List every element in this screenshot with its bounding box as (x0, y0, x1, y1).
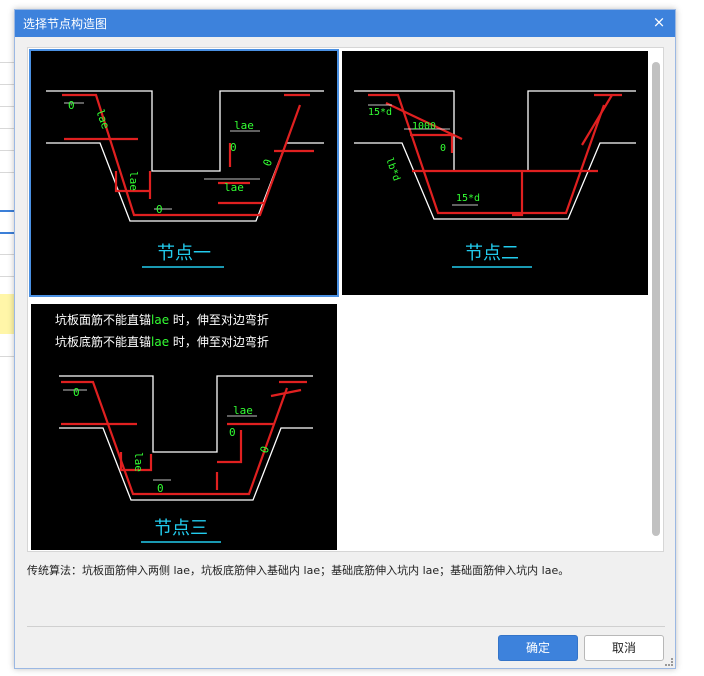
dim-label: 0 (157, 482, 164, 495)
sheet-row-line (0, 62, 14, 63)
node-1-caption: 节点一 (157, 243, 211, 264)
sheet-row-line (0, 150, 14, 151)
dim-label: 0 (68, 99, 75, 112)
dim-label: lae (127, 171, 140, 191)
dim-label: 0 (229, 426, 236, 439)
sheet-selection-line (0, 210, 14, 212)
algorithm-description: 传统算法：坑板面筋伸入两侧 lae，坑板底筋伸入基础内 lae；基础底筋伸入坑内… (27, 564, 570, 577)
dim-label: 0 (73, 386, 80, 399)
node-3-diagram: 坑板面筋不能直锚lae 时，伸至对边弯折 坑板底筋不能直锚lae 时，伸至对边弯… (55, 312, 313, 543)
node-1-diagram: 0 lae lae 0 lae lae 0 0 节点一 (46, 90, 324, 268)
dim-label: lae (233, 404, 253, 417)
dim-label: lae (224, 181, 244, 194)
sheet-row-line (0, 254, 14, 255)
dim-label: 15*d (368, 107, 392, 118)
sheet-row-line (0, 356, 14, 357)
node-select-dialog: 选择节点构造图 × 0 lae lae 0 lae lae 0 0 节点一 15… (14, 9, 676, 669)
dim-label: 15*d (456, 193, 480, 204)
sheet-row-line (0, 172, 14, 173)
sheet-row-line (0, 276, 14, 277)
dialog-title: 选择节点构造图 (23, 17, 108, 31)
cancel-button[interactable]: 取消 (584, 635, 664, 661)
dim-label: 0 (258, 444, 272, 455)
node-3-caption: 节点三 (154, 518, 208, 539)
sheet-selection-line (0, 232, 14, 234)
node-3-note-line1: 坑板面筋不能直锚lae 时，伸至对边弯折 (55, 312, 269, 327)
node-option-2[interactable]: 15*d 1000 0 lb*d 15*d 节点二 (342, 51, 648, 295)
dim-label: lae (234, 119, 254, 132)
sheet-row-line (0, 106, 14, 107)
sheet-highlight (0, 294, 14, 334)
node-gallery: 0 lae lae 0 lae lae 0 0 节点一 15*d 1000 0 … (27, 47, 664, 552)
dim-label: 0 (230, 141, 237, 154)
node-3-note-line2: 坑板底筋不能直锚lae 时，伸至对边弯折 (55, 334, 269, 349)
resize-grip-icon[interactable] (665, 658, 673, 666)
node-2-caption: 节点二 (465, 243, 519, 264)
dim-label: 0 (156, 203, 163, 216)
dim-label: lae (93, 108, 112, 131)
node-option-3[interactable]: 坑板面筋不能直锚lae 时，伸至对边弯折 坑板底筋不能直锚lae 时，伸至对边弯… (31, 304, 337, 550)
sheet-row-line (0, 128, 14, 129)
background-right (676, 0, 704, 676)
dim-label: 0 (261, 157, 275, 168)
dialog-titlebar: 选择节点构造图 × (15, 10, 675, 37)
ok-button[interactable]: 确定 (498, 635, 578, 661)
dim-label: lae (132, 452, 145, 472)
footer-divider (27, 626, 665, 627)
close-icon[interactable]: × (651, 13, 667, 31)
background-sheet (0, 0, 14, 676)
dim-label: lb*d (383, 156, 402, 182)
node-option-1[interactable]: 0 lae lae 0 lae lae 0 0 节点一 (29, 49, 339, 297)
sheet-row-line (0, 84, 14, 85)
dim-label: 1000 (412, 121, 436, 132)
gallery-scrollbar[interactable] (652, 62, 660, 536)
node-2-diagram: 15*d 1000 0 lb*d 15*d 节点二 (354, 90, 636, 268)
dim-label: 0 (440, 143, 446, 154)
